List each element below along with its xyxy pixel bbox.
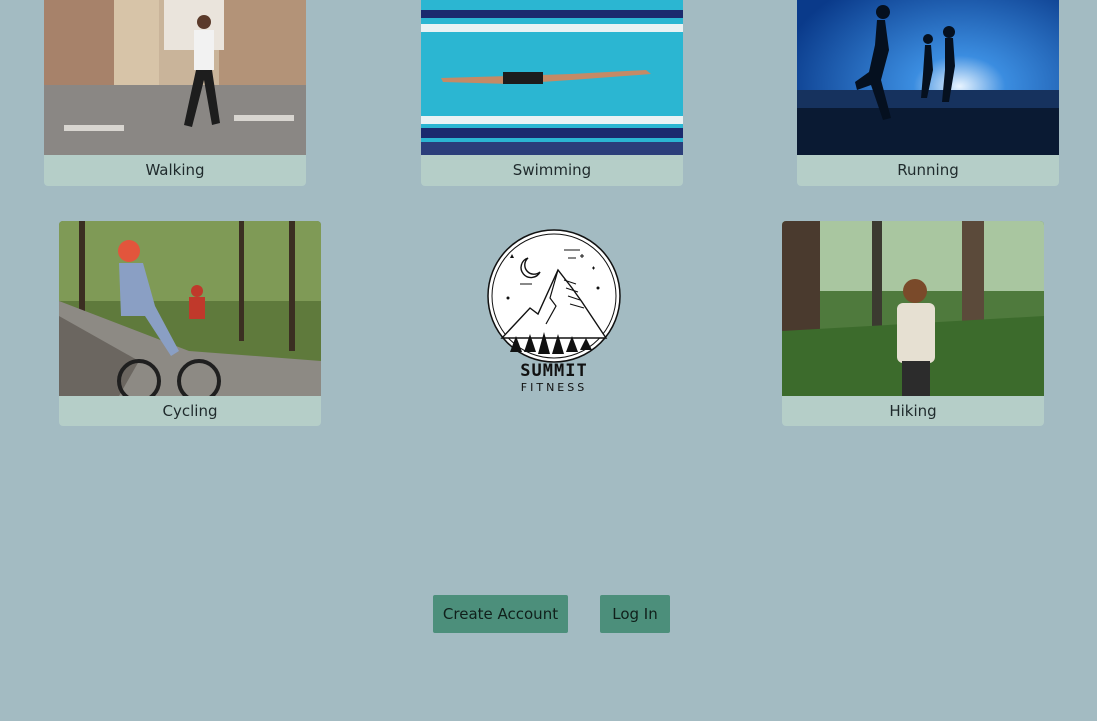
hiking-photo xyxy=(782,221,1044,396)
mountain-emblem-icon xyxy=(487,229,621,363)
activity-label: Running xyxy=(897,161,959,179)
walking-photo xyxy=(44,0,306,155)
activity-card-cycling[interactable]: Cycling xyxy=(59,221,321,426)
activity-label: Cycling xyxy=(162,402,218,420)
log-in-button[interactable]: Log In xyxy=(600,595,670,633)
create-account-button[interactable]: Create Account xyxy=(433,595,568,633)
running-photo xyxy=(797,0,1059,155)
cycling-photo xyxy=(59,221,321,396)
activity-label: Swimming xyxy=(512,161,592,179)
activity-card-walking[interactable]: Walking xyxy=(44,0,306,186)
swimming-photo xyxy=(421,0,683,155)
brand-tagline: FITNESS xyxy=(520,381,588,394)
activity-card-hiking[interactable]: Hiking xyxy=(782,221,1044,426)
summit-fitness-logo: SUMMIT FITNESS xyxy=(480,228,628,398)
activity-card-running[interactable]: Running xyxy=(797,0,1059,186)
activity-card-swimming[interactable]: Swimming xyxy=(421,0,683,186)
activity-label: Hiking xyxy=(889,402,937,420)
brand-name: SUMMIT xyxy=(520,361,588,381)
activity-label: Walking xyxy=(145,161,205,179)
